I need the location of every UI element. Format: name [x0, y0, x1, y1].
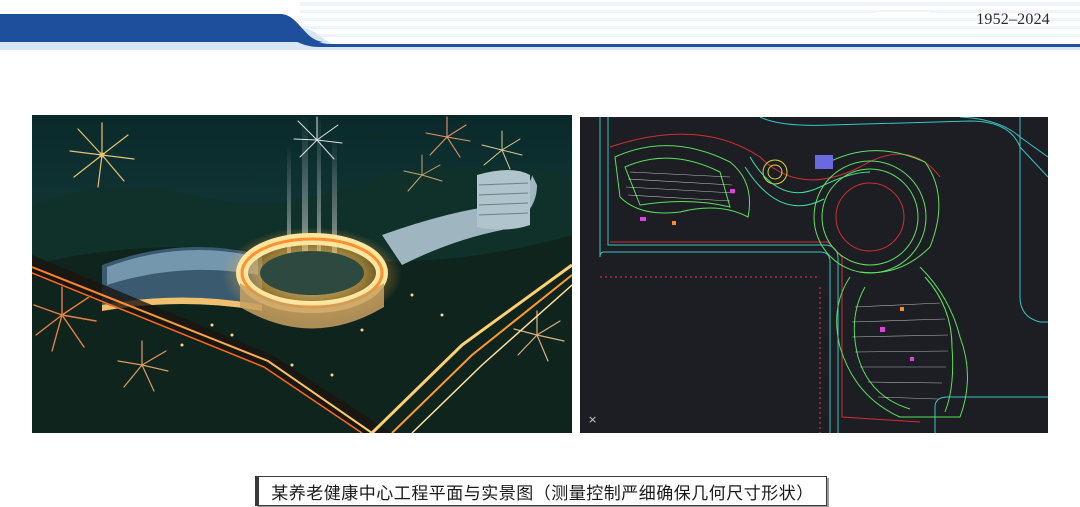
header-wave-graphic — [0, 2, 1080, 50]
header-banner: 1952–2024 — [0, 0, 1080, 50]
site-plan-illustration: × — [580, 117, 1048, 433]
year-range-label: 1952–2024 — [976, 11, 1050, 28]
cad-axis-mark: × — [588, 413, 597, 426]
aerial-night-rendering — [32, 115, 572, 433]
figure-caption: 某养老健康中心工程平面与实景图（测量控制严细确保几何尺寸形状） — [271, 483, 814, 504]
cad-site-plan: × — [580, 117, 1048, 433]
figure-caption-box: 某养老健康中心工程平面与实景图（测量控制严细确保几何尺寸形状） — [255, 476, 827, 506]
rendering-illustration — [32, 115, 572, 433]
